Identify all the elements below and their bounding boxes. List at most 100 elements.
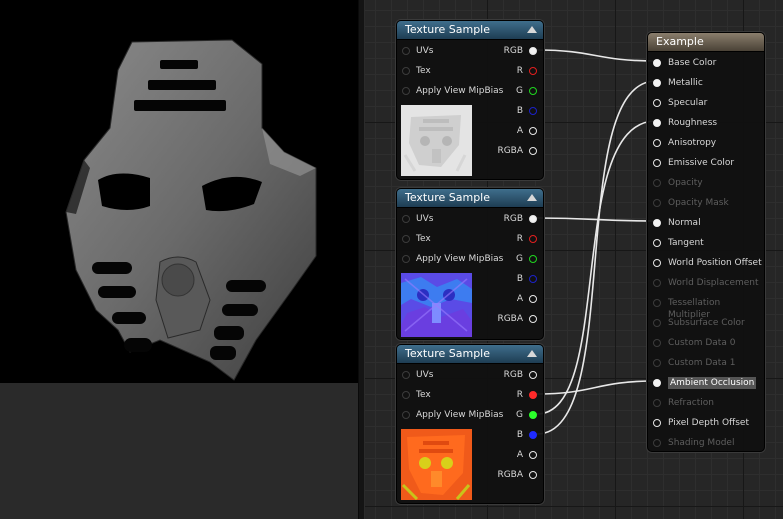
- input-label: Opacity Mask: [668, 198, 729, 208]
- node-title: Texture Sample: [405, 191, 491, 204]
- input-pin[interactable]: [653, 99, 661, 107]
- r-output-pin[interactable]: [529, 391, 537, 399]
- input-pin[interactable]: [653, 59, 661, 67]
- collapse-arrow-icon[interactable]: [527, 26, 537, 33]
- input-label: Tangent: [668, 238, 704, 248]
- material-preview-viewport[interactable]: [0, 0, 358, 519]
- rgba-output-pin[interactable]: [529, 147, 537, 155]
- node-header[interactable]: Texture Sample: [397, 21, 543, 40]
- wire-roughness: [536, 120, 657, 415]
- input-label: Base Color: [668, 58, 717, 68]
- input-label: Shading Model: [668, 438, 735, 448]
- node-title: Example: [656, 35, 704, 48]
- input-pin: [653, 199, 661, 207]
- material-graph-canvas[interactable]: Texture Sample UVs Tex Apply View MipBia…: [365, 0, 783, 519]
- wire-metallic: [536, 80, 657, 435]
- uvs-label: UVs: [416, 370, 434, 380]
- tex-input-pin[interactable]: [402, 67, 410, 75]
- b-output-pin[interactable]: [529, 107, 537, 115]
- rgb-output-label: RGB: [503, 214, 523, 224]
- mipbias-input-pin[interactable]: [402, 87, 410, 95]
- uvs-label: UVs: [416, 46, 434, 56]
- mipbias-label: Apply View MipBias: [416, 410, 504, 420]
- b-output-pin[interactable]: [529, 431, 537, 439]
- input-label: Refraction: [668, 398, 714, 408]
- input-label: Opacity: [668, 178, 703, 188]
- input-label: Subsurface Color: [668, 318, 745, 328]
- material-result-node[interactable]: Example Base Color Metallic Specular Roughn…: [647, 32, 765, 452]
- input-pin: [653, 399, 661, 407]
- input-pin: [653, 339, 661, 347]
- b-output-pin[interactable]: [529, 275, 537, 283]
- node-header[interactable]: Texture Sample: [397, 345, 543, 364]
- input-pin[interactable]: [653, 239, 661, 247]
- a-output-pin[interactable]: [529, 295, 537, 303]
- rgb-output-pin[interactable]: [529, 215, 537, 223]
- rgba-output-pin[interactable]: [529, 471, 537, 479]
- r-output-label: R: [516, 66, 523, 76]
- mipbias-input-pin[interactable]: [402, 411, 410, 419]
- r-output-label: R: [516, 390, 523, 400]
- rgb-output-label: RGB: [503, 46, 523, 56]
- rgb-output-label: RGB: [503, 370, 523, 380]
- input-label: Anisotropy: [668, 138, 717, 148]
- a-output-pin[interactable]: [529, 127, 537, 135]
- tex-input-pin[interactable]: [402, 235, 410, 243]
- input-label: Ambient Occlusion: [668, 377, 757, 389]
- input-pin: [653, 279, 661, 287]
- mipbias-label: Apply View MipBias: [416, 254, 504, 264]
- wire-normal: [536, 217, 657, 222]
- a-output-label: A: [516, 126, 523, 136]
- input-pin[interactable]: [653, 79, 661, 87]
- rgba-output-label: RGBA: [497, 314, 523, 324]
- g-output-pin[interactable]: [529, 411, 537, 419]
- tex-label: Tex: [416, 234, 431, 244]
- uvs-input-pin[interactable]: [402, 371, 410, 379]
- wire-ao: [536, 380, 657, 395]
- input-label: Pixel Depth Offset: [668, 418, 749, 428]
- texture-sample-node-1[interactable]: Texture Sample UVs Tex Apply View MipBia…: [396, 20, 544, 180]
- input-label: Emissive Color: [668, 158, 735, 168]
- r-output-label: R: [516, 234, 523, 244]
- input-pin[interactable]: [653, 219, 661, 227]
- input-label: Roughness: [668, 118, 718, 128]
- rgba-output-pin[interactable]: [529, 315, 537, 323]
- g-output-pin[interactable]: [529, 87, 537, 95]
- input-pin[interactable]: [653, 139, 661, 147]
- node-header[interactable]: Texture Sample: [397, 189, 543, 208]
- g-output-label: G: [516, 410, 523, 420]
- input-pin[interactable]: [653, 419, 661, 427]
- texture-sample-node-3[interactable]: Texture Sample UVs Tex Apply View MipBia…: [396, 344, 544, 504]
- node-title: Texture Sample: [405, 347, 491, 360]
- input-pin: [653, 179, 661, 187]
- b-output-label: B: [516, 274, 523, 284]
- rgb-output-pin[interactable]: [529, 47, 537, 55]
- input-pin[interactable]: [653, 119, 661, 127]
- r-output-pin[interactable]: [529, 67, 537, 75]
- input-label: Custom Data 1: [668, 358, 736, 368]
- input-label: World Position Offset: [668, 258, 762, 268]
- node-header[interactable]: Example: [648, 33, 764, 52]
- input-pin[interactable]: [653, 159, 661, 167]
- panel-splitter[interactable]: [358, 0, 365, 519]
- input-pin[interactable]: [653, 259, 661, 267]
- input-pin[interactable]: [653, 379, 661, 387]
- a-output-pin[interactable]: [529, 451, 537, 459]
- texture-sample-node-2[interactable]: Texture Sample UVs Tex Apply View MipBia…: [396, 188, 544, 340]
- b-output-label: B: [516, 430, 523, 440]
- input-label: World Displacement: [668, 278, 759, 288]
- tex-input-pin[interactable]: [402, 391, 410, 399]
- collapse-arrow-icon[interactable]: [527, 194, 537, 201]
- input-pin: [653, 439, 661, 447]
- g-output-pin[interactable]: [529, 255, 537, 263]
- mipbias-input-pin[interactable]: [402, 255, 410, 263]
- collapse-arrow-icon[interactable]: [527, 350, 537, 357]
- uvs-input-pin[interactable]: [402, 47, 410, 55]
- mipbias-label: Apply View MipBias: [416, 86, 504, 96]
- orm-texture-thumbnail: [401, 429, 472, 500]
- rgb-output-pin[interactable]: [529, 371, 537, 379]
- a-output-label: A: [516, 450, 523, 460]
- r-output-pin[interactable]: [529, 235, 537, 243]
- uvs-input-pin[interactable]: [402, 215, 410, 223]
- uvs-label: UVs: [416, 214, 434, 224]
